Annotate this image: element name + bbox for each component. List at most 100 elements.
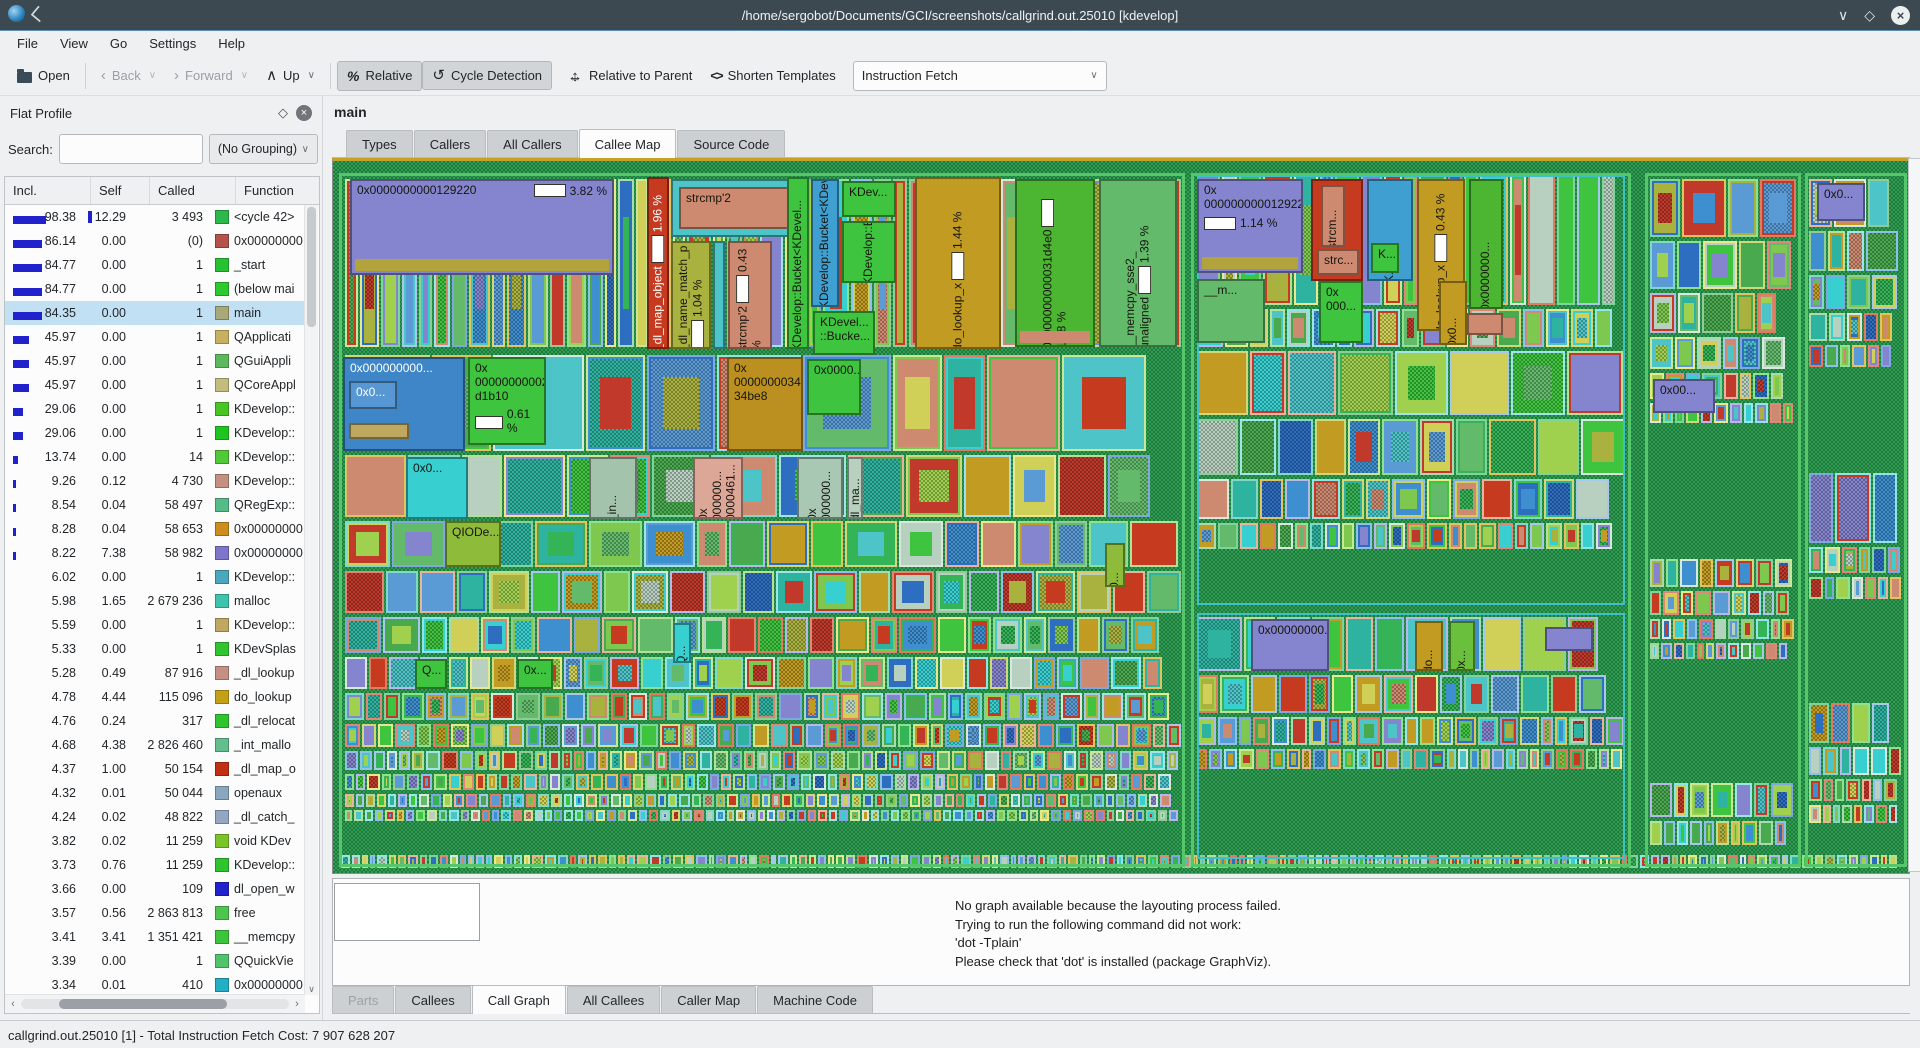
treemap-block[interactable]: KDev... [842, 181, 896, 217]
menu-item-settings[interactable]: Settings [138, 33, 207, 54]
treemap-block[interactable]: Q... [415, 659, 447, 689]
table-row[interactable]: 3.340.014100x00000000 [5, 973, 305, 995]
treemap-block[interactable] [713, 241, 725, 349]
tab-machine-code[interactable]: Machine Code [757, 986, 873, 1014]
table-row[interactable]: 3.413.411 351 421__memcpy [5, 925, 305, 949]
treemap-block[interactable]: Q... [673, 623, 691, 663]
tab-parts[interactable]: Parts [332, 986, 394, 1014]
treemap-block[interactable]: 0x... [1449, 621, 1475, 671]
treemap-block[interactable]: do... [1415, 621, 1443, 671]
table-row[interactable]: 45.970.001QCoreAppl [5, 373, 305, 397]
table-row[interactable]: 4.760.24317_dl_relocat [5, 709, 305, 733]
scroll-left-icon[interactable]: ‹ [5, 998, 21, 1010]
table-row[interactable]: 3.730.7611 259KDevelop:: [5, 853, 305, 877]
tab-all-callees[interactable]: All Callees [567, 986, 660, 1014]
close-dock-icon[interactable]: × [296, 105, 312, 121]
treemap-block[interactable]: 0x00000000... [1251, 619, 1329, 671]
treemap-block[interactable]: _dl_map_object1.96 % [647, 177, 669, 349]
treemap-block[interactable]: 0x0000000... [1469, 179, 1503, 309]
table-row[interactable]: 3.820.0211 259void KDev [5, 829, 305, 853]
shorten-templates-toggle[interactable]: <> Shorten Templates [701, 62, 844, 89]
cycle-detection-toggle[interactable]: ↺ Cycle Detection [422, 61, 552, 90]
treemap-block[interactable]: strcmp'20.43 % [728, 241, 772, 349]
table-row[interactable]: 8.280.0458 6530x00000000 [5, 517, 305, 541]
table-row[interactable]: 45.970.001QApplicati [5, 325, 305, 349]
up-button[interactable]: ∧ Up ∨ [257, 62, 324, 89]
table-row[interactable]: 84.350.001main [5, 301, 305, 325]
table-row[interactable]: 5.280.4987 916_dl_lookup [5, 661, 305, 685]
tab-types[interactable]: Types [346, 130, 413, 158]
treemap-block[interactable] [1545, 627, 1593, 651]
table-row[interactable]: 45.970.001QGuiAppli [5, 349, 305, 373]
treemap-block[interactable]: 0x 000000... 0000461... [693, 457, 743, 519]
close-button[interactable]: × [1891, 6, 1910, 25]
search-input[interactable] [59, 134, 203, 164]
menu-item-view[interactable]: View [49, 33, 99, 54]
table-row[interactable]: 8.540.0458 497QRegExp:: [5, 493, 305, 517]
float-dock-icon[interactable]: ◇ [278, 105, 288, 121]
treemap-block[interactable]: 0... [1105, 543, 1125, 587]
treemap-block[interactable]: _dl_name_match_p1.04 % [671, 241, 711, 349]
treemap-block[interactable]: K... [1371, 243, 1399, 273]
treemap-block[interactable] [349, 423, 409, 439]
table-row[interactable]: 84.770.001(below mai [5, 277, 305, 301]
table-row[interactable]: 5.590.001KDevelop:: [5, 613, 305, 637]
column-function[interactable]: Function [236, 177, 319, 204]
table-row[interactable]: 13.740.0014KDevelop:: [5, 445, 305, 469]
treemap-block[interactable]: 0x0... [1817, 183, 1865, 221]
horizontal-scrollbar[interactable]: ‹ › [5, 994, 305, 1013]
treemap-block[interactable]: QIODe... [445, 521, 501, 567]
relative-toggle[interactable]: % Relative [337, 61, 422, 91]
table-row[interactable]: 4.240.0248 822_dl_catch_ [5, 805, 305, 829]
scroll-down-icon[interactable]: ∨ [305, 984, 318, 995]
table-row[interactable]: 29.060.001KDevelop:: [5, 397, 305, 421]
splitter[interactable] [322, 96, 323, 1020]
treemap-block[interactable]: KDevel... ::Bucke... [813, 311, 875, 355]
tab-caller-map[interactable]: Caller Map [661, 986, 756, 1014]
grouping-combobox[interactable]: (No Grouping) ∨ [209, 134, 318, 164]
treemap-block[interactable]: 0x 000... [1319, 281, 1363, 343]
treemap-block[interactable]: strcm... [1321, 185, 1345, 247]
table-row[interactable]: 84.770.001_start [5, 253, 305, 277]
table-row[interactable]: 4.320.0150 044openaux [5, 781, 305, 805]
column-self[interactable]: Self [91, 177, 150, 204]
tab-all-callers[interactable]: All Callers [487, 130, 578, 158]
scrollbar-thumb[interactable] [59, 999, 227, 1009]
treemap-block[interactable]: 0x000000000031d4e01.28 % [1015, 179, 1095, 347]
menu-item-go[interactable]: Go [99, 33, 138, 54]
forward-button[interactable]: › Forward ∨ [165, 62, 257, 89]
treemap-block[interactable]: 0x0... [1439, 281, 1467, 345]
treemap-block[interactable]: KDevelop::Buc... [842, 221, 896, 283]
treemap-block[interactable]: __memcpy_sse2_ unaligned1.39 % [1099, 179, 1177, 347]
back-button[interactable]: ‹ Back ∨ [92, 62, 165, 89]
treemap-block[interactable]: 0x00000000001292203.82 % [350, 179, 614, 275]
tab-call-graph[interactable]: Call Graph [472, 985, 566, 1014]
treemap-block[interactable]: 0x 00000000001292201.14 % [1197, 179, 1303, 273]
treemap-block[interactable]: 0x 000000... [797, 457, 843, 519]
table-row[interactable]: 29.060.001KDevelop:: [5, 421, 305, 445]
treemap-block[interactable]: KDevelop::Bucket<KDevel... [787, 177, 809, 349]
treemap-block[interactable]: 0x0000... [807, 359, 861, 415]
tab-callee-map[interactable]: Callee Map [579, 129, 677, 158]
minimize-button[interactable]: ∨ [1838, 8, 1848, 22]
table-row[interactable]: 3.390.001QQuickVie [5, 949, 305, 973]
tab-source-code[interactable]: Source Code [677, 130, 785, 158]
treemap-block[interactable]: 0x 00000000002 d1b100.61 % [468, 357, 546, 445]
menu-item-file[interactable]: File [6, 33, 49, 54]
table-row[interactable]: 3.570.562 863 813free [5, 901, 305, 925]
column-called[interactable]: Called [150, 177, 236, 204]
table-row[interactable]: 4.784.44115 096do_lookup [5, 685, 305, 709]
treemap-block[interactable]: _in... [589, 457, 637, 519]
table-row[interactable]: 9.260.124 730KDevelop:: [5, 469, 305, 493]
callee-map[interactable]: 0x00000000001292203.82 % _dl_map_object1.… [332, 158, 1910, 874]
treemap-block[interactable]: strc... [1317, 249, 1359, 275]
treemap-block[interactable]: KDevelop::Bucket<KDevelop::Qu... [811, 179, 839, 307]
table-row[interactable]: 8.227.3858 9820x00000000 [5, 541, 305, 565]
scroll-right-icon[interactable]: › [289, 998, 305, 1010]
event-type-combobox[interactable]: Instruction Fetch ∨ [853, 61, 1107, 91]
table-row[interactable]: 3.660.00109dl_open_w [5, 877, 305, 901]
treemap-block[interactable]: do_lookup_x1.44 % [915, 177, 1001, 349]
table-row[interactable]: 6.020.001KDevelop:: [5, 565, 305, 589]
table-row[interactable]: 5.981.652 679 236malloc [5, 589, 305, 613]
treemap-block[interactable]: 0x0... [406, 457, 468, 519]
